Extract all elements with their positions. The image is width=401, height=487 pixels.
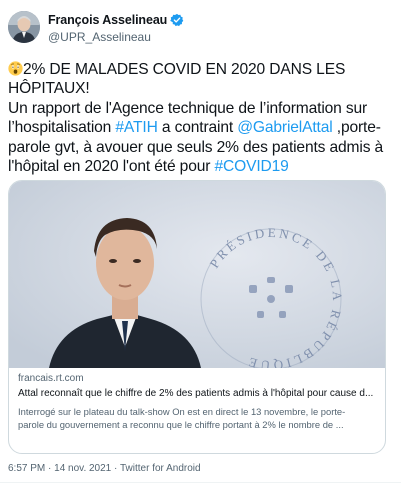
tweet-headline: 2% DE MALADES COVID EN 2020 DANS LES HÔP… [8,61,346,98]
mention-gabrielattal-link[interactable]: @GabrielAttal [237,119,333,136]
hashtag-covid19-link[interactable]: #COVID19 [214,158,288,175]
tweet-time[interactable]: 6:57 PM [8,463,45,474]
avatar[interactable] [8,11,40,43]
card-description-line: Interrogé sur le plateau du talk-show On… [18,406,346,417]
card-title[interactable]: Attal reconnaît que le chiffre de 2% des… [18,388,378,401]
avatar-photo [8,11,40,43]
hashtag-atih-link[interactable]: #ATIH [115,119,157,136]
tweet-headline-line: 2% DE MALADES COVID EN 2020 DANS LES HÔP… [8,60,393,99]
author-name-row: François Asselineau [48,12,184,28]
tweet-meta: 6:57 PM · 14 nov. 2021 · Twitter for And… [8,463,201,474]
astonished-face-emoji-icon [8,61,23,76]
author-name[interactable]: François Asselineau [48,13,167,27]
card-domain: francais.rt.com [18,373,84,384]
card-description-line: parole du gouvernement a reconnu que le … [18,418,344,430]
verified-badge-icon [170,13,184,27]
card-description: Interrogé sur le plateau du talk-show On… [18,406,378,431]
tweet-body: Un rapport de l'Agence technique de l’in… [8,99,393,177]
divider [0,482,401,483]
card-image[interactable]: PRÉSIDENCE DE LA RÉPUBLIQUE [9,181,385,368]
tweet-text: 2% DE MALADES COVID EN 2020 DANS LES HÔP… [8,60,393,176]
tweet: François Asselineau @UPR_Asselineau 2% D… [0,0,401,487]
tweet-date[interactable]: 14 nov. 2021 [54,463,111,474]
author-block: François Asselineau @UPR_Asselineau [48,12,184,44]
author-handle[interactable]: @UPR_Asselineau [48,30,184,44]
meta-dot: · [48,463,52,474]
card-body: francais.rt.com Attal reconnaît que le c… [18,373,378,431]
meta-dot: · [114,463,118,474]
tweet-text-segment: a contraint [157,119,238,137]
tweet-source[interactable]: Twitter for Android [120,463,201,474]
link-preview-card[interactable]: PRÉSIDENCE DE LA RÉPUBLIQUE francais.rt.… [8,180,386,454]
